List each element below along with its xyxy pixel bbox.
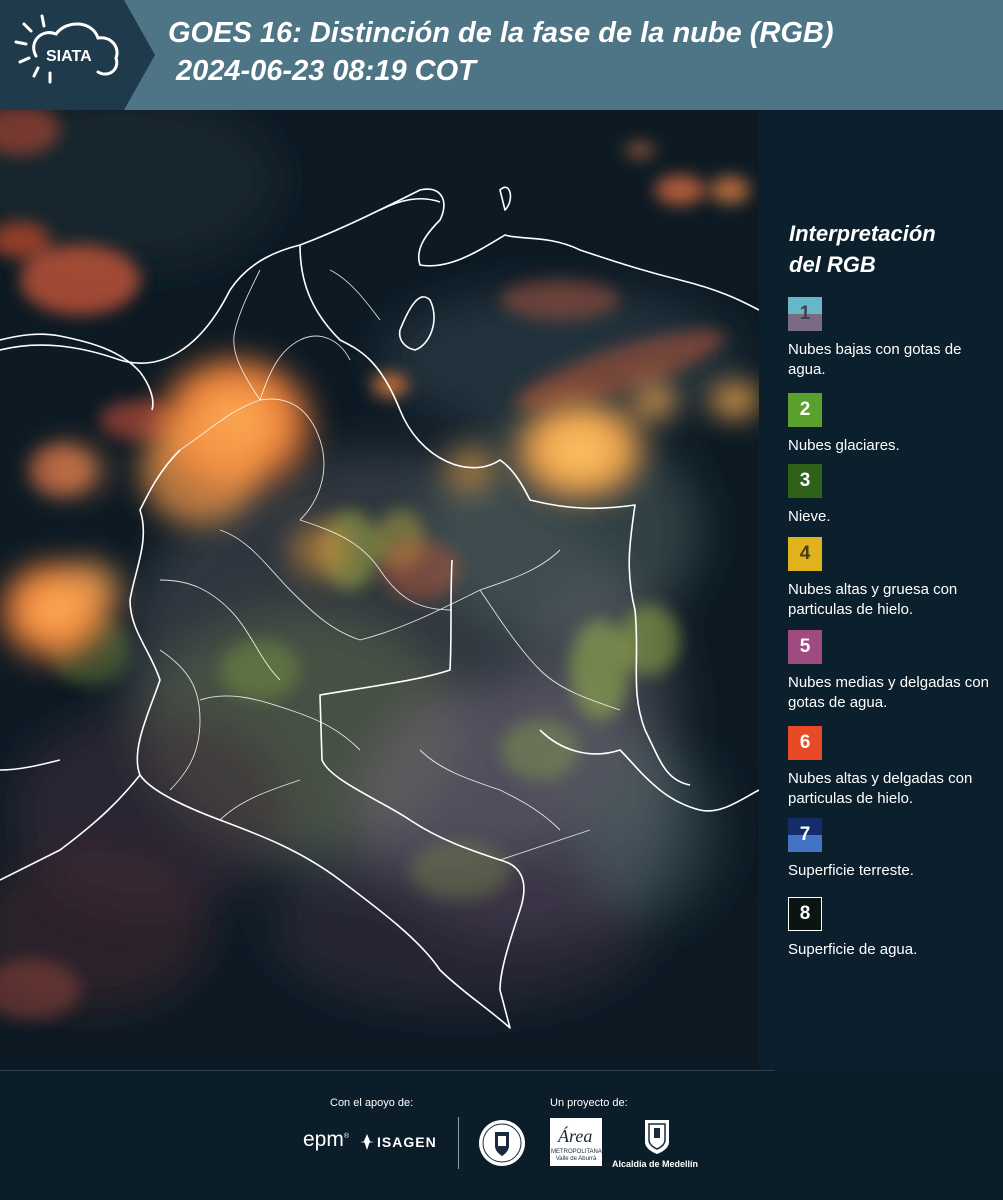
legend-swatch-5: 5 [788,630,822,664]
siata-logo-text: SIATA [46,48,92,65]
legend-item-8: 8 Superficie de agua. [788,897,998,960]
alcaldia-medellin-text: Alcaldía de Medellín [612,1159,699,1169]
siata-logo-panel: SIATA [0,0,155,110]
legend-item-4: 4 Nubes altas y gruesa con particulas de … [788,537,998,620]
legend-swatch-1: 1 [788,297,822,331]
alcaldia-shield-icon [645,1120,669,1154]
satellite-map [0,110,759,1070]
footer: Con el apoyo de: Un proyecto de: epm® IS… [0,1070,1003,1200]
legend-swatch-2: 2 [788,393,822,427]
epm-logo-text: epm [303,1128,344,1151]
legend-item-5: 5 Nubes medias y delgadas con gotas de ag… [788,630,998,713]
medellin-seal-icon [479,1120,525,1166]
legend-number: 3 [799,470,811,491]
legend-label: Nubes altas y gruesa con particulas de h… [788,581,958,618]
page-title: GOES 16: Distinción de la fase de la nub… [168,14,834,90]
footer-divider-line [0,1070,775,1071]
header-bar: SIATA GOES 16: Distinción de la fase de … [0,0,1003,110]
legend-number: 7 [799,824,811,845]
legend-swatch-4: 4 [788,537,822,571]
footer-divider [458,1117,459,1169]
legend-item-2: 2 Nubes glaciares. [788,393,998,456]
legend-item-7: 7 Superficie terreste. [788,818,998,881]
legend-label: Superficie de agua. [788,941,918,958]
isagen-logo-text: ISAGEN [377,1134,437,1150]
legend-item-1: 1 Nubes bajas con gotas de agua. [788,297,998,380]
legend-label: Nubes glaciares. [788,437,900,454]
legend-number: 4 [799,543,811,564]
title-line-1: GOES 16: Distinción de la fase de la nub… [168,17,834,49]
legend-label: Nubes altas y delgadas con particulas de… [788,770,973,807]
legend-number: 8 [799,903,811,924]
legend-label: Nieve. [788,508,831,525]
area-script-text: Área [557,1125,592,1146]
epm-logo: epm® [303,1128,350,1151]
legend-number: 5 [799,636,811,657]
legend-item-3: 3 Nieve. [788,464,998,527]
legend-label: Superficie terreste. [788,862,914,879]
legend-item-6: 6 Nubes altas y delgadas con particulas d… [788,726,998,809]
area-metropolitana-text: METROPOLITANA Valle de Aburrá [551,1149,602,1162]
isagen-logo-icon [360,1134,374,1150]
legend-number: 1 [799,303,811,324]
legend-swatch-7: 7 [788,818,822,852]
legend-label: Nubes medias y delgadas con gotas de agu… [788,674,989,711]
satellite-map-svg [0,110,759,1070]
legend-title-line-1: Interpretación [789,221,936,246]
legend-title-line-2: del RGB [789,252,876,277]
title-line-2: 2024-06-23 08:19 COT [176,55,476,87]
legend-title: Interpretación del RGB [789,218,936,280]
project-label: Un proyecto de: [550,1097,628,1109]
legend-swatch-8: 8 [788,897,822,931]
support-label: Con el apoyo de: [330,1097,414,1109]
legend-number: 2 [799,399,811,420]
legend-label: Nubes bajas con gotas de agua. [788,341,962,378]
siata-logo-icon: SIATA [14,14,119,84]
legend-swatch-6: 6 [788,726,822,760]
legend-swatch-3: 3 [788,464,822,498]
legend-number: 6 [799,732,811,753]
legend-panel: Interpretación del RGB 1 Nubes bajas con … [759,110,1003,1070]
